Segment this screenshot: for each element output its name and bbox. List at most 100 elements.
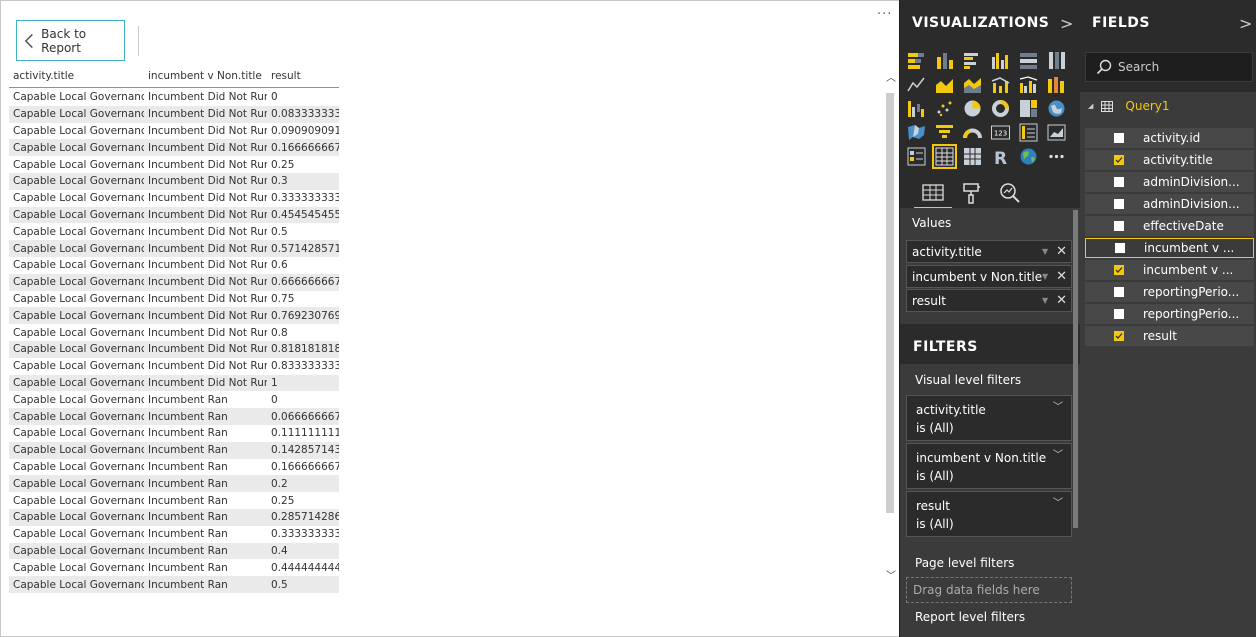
field-item[interactable]: activity.id bbox=[1085, 128, 1254, 148]
scrollbar-thumb[interactable] bbox=[886, 93, 894, 513]
table-icon[interactable] bbox=[932, 144, 957, 169]
card-icon[interactable]: 123 bbox=[991, 123, 1010, 142]
table-cell: 0.166666667 bbox=[271, 141, 339, 154]
query-name: Query1 bbox=[1125, 99, 1170, 113]
analytics-tab-icon[interactable] bbox=[997, 180, 1023, 206]
slicer-icon[interactable] bbox=[907, 147, 926, 166]
field-checkbox[interactable] bbox=[1114, 177, 1124, 187]
chevron-down-icon[interactable]: ﹀ bbox=[1053, 399, 1063, 417]
kpi-icon[interactable] bbox=[1047, 123, 1066, 142]
table-cell: 0.666666667 bbox=[271, 276, 339, 289]
expand-triangle-icon[interactable]: ◢ bbox=[1088, 102, 1093, 110]
table-cell: Incumbent Ran bbox=[148, 477, 228, 490]
table-cell: 0.285714286 bbox=[271, 511, 339, 524]
field-item[interactable]: incumbent v ... bbox=[1085, 238, 1254, 258]
filled-map-icon[interactable] bbox=[907, 123, 926, 142]
field-checkbox[interactable] bbox=[1114, 221, 1124, 231]
field-label: effectiveDate bbox=[1143, 219, 1224, 233]
chevron-down-icon[interactable]: ﹀ bbox=[1053, 495, 1063, 513]
collapse-visualizations-icon[interactable]: > bbox=[1060, 14, 1073, 33]
field-item[interactable]: reportingPerio... bbox=[1085, 282, 1254, 302]
field-checkbox[interactable] bbox=[1114, 199, 1124, 209]
stacked-area-icon[interactable] bbox=[963, 75, 982, 94]
field-item[interactable]: result bbox=[1085, 326, 1254, 346]
100-column-icon[interactable] bbox=[1047, 51, 1066, 70]
table-cell: 0.083333333 bbox=[271, 108, 339, 121]
scatter-icon[interactable] bbox=[935, 99, 954, 118]
format-tab-icon[interactable] bbox=[958, 180, 984, 206]
back-to-report-button[interactable]: Back to Report bbox=[16, 20, 125, 61]
multirow-card-icon[interactable] bbox=[1019, 123, 1038, 142]
collapse-fields-icon[interactable]: > bbox=[1239, 14, 1252, 33]
more-visuals-icon[interactable] bbox=[1047, 147, 1066, 166]
table-cell: Incumbent Did Not Run bbox=[148, 259, 267, 272]
value-well-result[interactable]: result ▼ ✕ bbox=[906, 289, 1072, 312]
remove-field-icon[interactable]: ✕ bbox=[1056, 244, 1067, 259]
field-item[interactable]: activity.title bbox=[1085, 150, 1254, 170]
search-input[interactable] bbox=[1118, 60, 1238, 74]
table-cell: 0.454545455 bbox=[271, 208, 339, 221]
field-checkbox[interactable] bbox=[1115, 243, 1125, 253]
donut-chart-icon[interactable] bbox=[991, 99, 1010, 118]
dropdown-icon[interactable]: ▼ bbox=[1042, 247, 1048, 256]
filter-card-activity-title[interactable]: activity.title is (All) ﹀ bbox=[906, 395, 1072, 441]
fields-tab-icon[interactable] bbox=[914, 180, 952, 209]
funnel-icon[interactable] bbox=[935, 123, 954, 142]
stacked-bar-icon[interactable] bbox=[907, 51, 926, 70]
r-visual-icon[interactable]: R bbox=[991, 147, 1010, 166]
scroll-up-icon[interactable]: ︿ bbox=[886, 69, 896, 84]
field-checkbox[interactable] bbox=[1114, 331, 1124, 341]
field-checkbox[interactable] bbox=[1114, 155, 1124, 165]
table-row: Capable Local Governance Incumbent Did No… bbox=[9, 240, 339, 257]
table-query1[interactable]: ◢ Query1 bbox=[1088, 99, 1170, 113]
field-item[interactable]: adminDivision... bbox=[1085, 194, 1254, 214]
field-item[interactable]: reportingPerio... bbox=[1085, 304, 1254, 324]
field-item[interactable]: adminDivision... bbox=[1085, 172, 1254, 192]
clustered-column-icon[interactable] bbox=[991, 51, 1010, 70]
value-well-incumbent-title[interactable]: incumbent v Non.title ▼ ✕ bbox=[906, 265, 1072, 288]
fields-search-box[interactable] bbox=[1085, 52, 1253, 82]
field-item[interactable]: incumbent v ... bbox=[1085, 260, 1254, 280]
table-cell: Capable Local Governance bbox=[13, 175, 144, 188]
filter-card-result[interactable]: result is (All) ﹀ bbox=[906, 491, 1072, 537]
visualizations-scrollbar[interactable] bbox=[1073, 210, 1078, 528]
line-chart-icon[interactable] bbox=[907, 75, 926, 94]
table-cell: Capable Local Governance bbox=[13, 108, 144, 121]
field-checkbox[interactable] bbox=[1114, 133, 1124, 143]
area-chart-icon[interactable] bbox=[935, 75, 954, 94]
100-bar-icon[interactable] bbox=[1019, 51, 1038, 70]
column-header-result[interactable]: result bbox=[267, 70, 339, 82]
table-scrollbar[interactable]: ︿ ﹀ bbox=[884, 67, 896, 587]
scroll-down-icon[interactable]: ﹀ bbox=[886, 567, 896, 582]
waterfall-icon[interactable] bbox=[907, 99, 926, 118]
field-checkbox[interactable] bbox=[1114, 309, 1124, 319]
dropdown-icon[interactable]: ▼ bbox=[1042, 296, 1048, 305]
globe-icon[interactable] bbox=[1019, 147, 1038, 166]
field-item[interactable]: effectiveDate bbox=[1085, 216, 1254, 236]
line-column-icon[interactable] bbox=[991, 75, 1010, 94]
column-header-incumbent-title[interactable]: incumbent v Non.title bbox=[144, 70, 267, 82]
table-cell: Capable Local Governance bbox=[13, 208, 144, 221]
clustered-bar-icon[interactable] bbox=[963, 51, 982, 70]
column-header-activity-title[interactable]: activity.title bbox=[9, 70, 144, 82]
remove-field-icon[interactable]: ✕ bbox=[1056, 269, 1067, 284]
table-cell: 0.25 bbox=[271, 494, 295, 507]
filter-card-incumbent-title[interactable]: incumbent v Non.title is (All) ﹀ bbox=[906, 443, 1072, 489]
remove-field-icon[interactable]: ✕ bbox=[1056, 293, 1067, 308]
ribbon-chart-icon[interactable] bbox=[1047, 75, 1066, 94]
map-icon[interactable] bbox=[1047, 99, 1066, 118]
matrix-icon[interactable] bbox=[963, 147, 982, 166]
pie-chart-icon[interactable] bbox=[963, 99, 982, 118]
stacked-column-icon[interactable] bbox=[935, 51, 954, 70]
chevron-down-icon[interactable]: ﹀ bbox=[1053, 447, 1063, 465]
gauge-icon[interactable] bbox=[963, 123, 982, 142]
field-checkbox[interactable] bbox=[1114, 287, 1124, 297]
treemap-icon[interactable] bbox=[1019, 99, 1038, 118]
line-clustered-icon[interactable] bbox=[1019, 75, 1038, 94]
page-filter-dropzone[interactable]: Drag data fields here bbox=[906, 577, 1072, 603]
field-checkbox[interactable] bbox=[1114, 265, 1124, 275]
more-options-icon[interactable]: ... bbox=[877, 3, 892, 18]
value-well-activity-title[interactable]: activity.title ▼ ✕ bbox=[906, 240, 1072, 263]
table-body: Capable Local Governance Incumbent Did No… bbox=[9, 88, 339, 596]
dropdown-icon[interactable]: ▼ bbox=[1042, 272, 1048, 281]
